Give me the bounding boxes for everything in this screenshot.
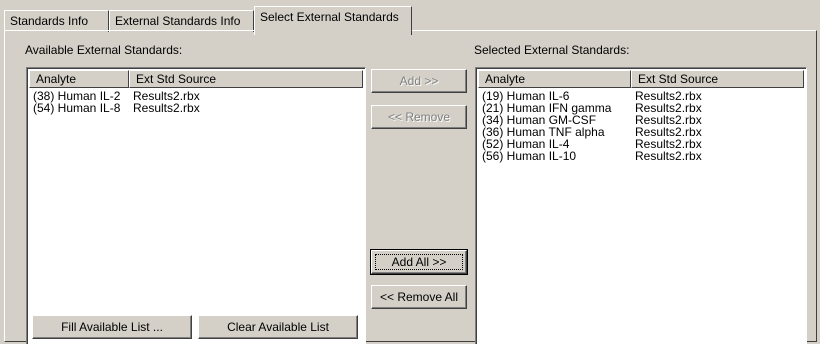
clear-available-list-button[interactable]: Clear Available List <box>198 315 358 339</box>
list-rows: (19) Human IL-6 Results2.rbx (21) Human … <box>482 90 804 162</box>
list-rows: (38) Human IL-2 Results2.rbx (54) Human … <box>33 90 363 114</box>
source-cell: Results2.rbx <box>635 149 702 163</box>
list-item[interactable]: (54) Human IL-8 Results2.rbx <box>33 102 363 114</box>
tab-select-external-standards[interactable]: Select External Standards <box>254 6 412 35</box>
list-header: Analyte Ext Std Source <box>29 70 363 88</box>
column-header-analyte[interactable]: Analyte <box>29 70 129 88</box>
column-header-analyte[interactable]: Analyte <box>478 70 631 88</box>
available-standards-list[interactable]: Analyte Ext Std Source (38) Human IL-2 R… <box>26 67 366 344</box>
column-header-source[interactable]: Ext Std Source <box>631 70 804 88</box>
add-button[interactable]: Add >> <box>371 69 467 93</box>
focus-rect <box>375 254 463 270</box>
analyte-cell: (56) Human IL-10 <box>482 149 577 163</box>
list-item[interactable]: (56) Human IL-10 Results2.rbx <box>482 150 804 162</box>
available-standards-label: Available External Standards: <box>25 43 183 57</box>
remove-all-button[interactable]: << Remove All <box>371 285 467 309</box>
remove-button[interactable]: << Remove <box>371 105 467 129</box>
analyte-cell: (54) Human IL-8 <box>33 101 121 115</box>
source-cell: Results2.rbx <box>133 101 200 115</box>
add-all-button[interactable]: Add All >> <box>370 249 468 275</box>
column-header-source[interactable]: Ext Std Source <box>129 70 363 88</box>
selected-standards-list[interactable]: Analyte Ext Std Source (19) Human IL-6 R… <box>475 67 807 344</box>
list-header: Analyte Ext Std Source <box>478 70 804 88</box>
tab-label: Select External Standards <box>260 10 399 24</box>
selected-standards-label: Selected External Standards: <box>474 43 630 57</box>
tab-external-standards-info[interactable]: External Standards Info <box>109 10 254 32</box>
tab-standards-info[interactable]: Standards Info <box>4 10 109 32</box>
tab-label: External Standards Info <box>115 14 241 28</box>
fill-available-list-button[interactable]: Fill Available List ... <box>32 315 192 339</box>
tab-panel: Available External Standards: Analyte Ex… <box>4 30 817 344</box>
tab-label: Standards Info <box>10 14 89 28</box>
